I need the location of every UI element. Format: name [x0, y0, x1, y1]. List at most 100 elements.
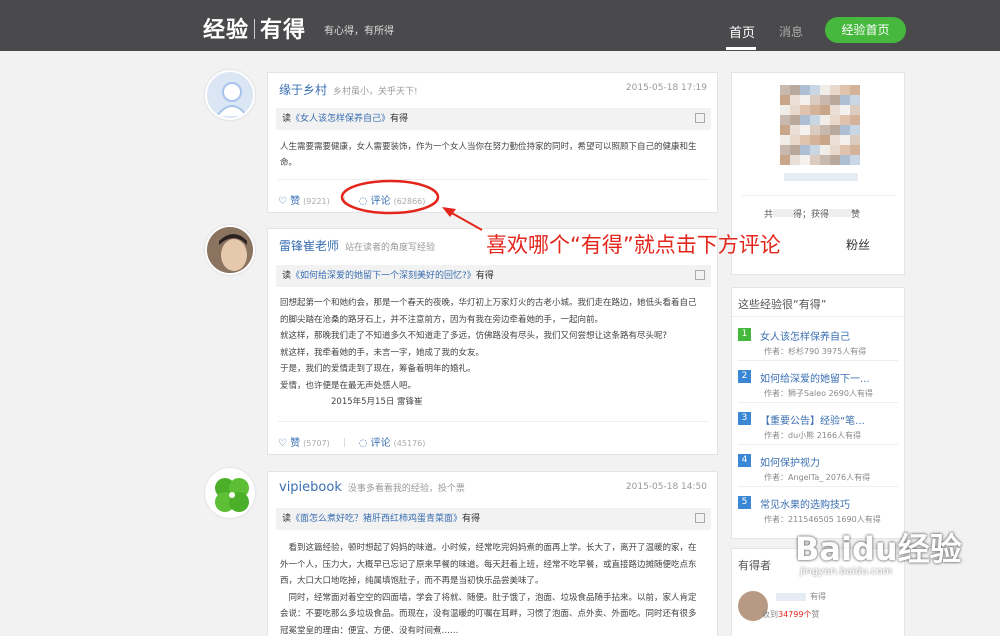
post-card: 缘于乡村 乡村虽小，关乎天下! 2015-05-18 17:19 读《女人该怎样保… [267, 72, 718, 213]
contributor-partial: 有得 [810, 592, 826, 601]
user-name[interactable]: 缘于乡村 [279, 83, 327, 97]
fans-label[interactable]: 粉丝 [846, 236, 870, 253]
external-link-icon[interactable] [695, 513, 705, 523]
avatar[interactable] [205, 468, 255, 518]
rank-count: 2690人有得 [828, 389, 873, 398]
mosaic-tile [790, 145, 800, 155]
logo-divider [254, 19, 256, 39]
mosaic-tile [850, 115, 860, 125]
fav-prefix: 收到 [762, 610, 778, 619]
mosaic-tile [810, 105, 820, 115]
read-suffix: 有得 [475, 271, 494, 281]
default-avatar-icon [216, 82, 248, 117]
mosaic-tile [840, 135, 850, 145]
post-time: 2015-05-18 14:50 [625, 482, 707, 492]
rank-title[interactable]: 如何给深爱的她留下一... [760, 370, 870, 385]
read-box[interactable]: 读《面怎么煮好吃？猪肝西红柿鸡蛋青菜面》有得 [276, 508, 711, 530]
post-line: 会说：不要吃那么多垃圾食品。而现在，没有温暖的叮嘱在耳畔，习惯了泡面、点外卖、外… [280, 609, 697, 619]
fav-count: 34799个 [778, 610, 812, 619]
mosaic-tile [790, 95, 800, 105]
mosaic-tile [820, 95, 830, 105]
like-label: 赞 [290, 196, 301, 207]
post-line: 的脚尖踏在沧桑的路牙石上，并不注意前方，因为有我在旁边牵着她的手，一起向前。 [280, 314, 604, 325]
mosaic-tile [780, 85, 790, 95]
mosaic-tile [800, 115, 810, 125]
mosaic-tile [800, 105, 810, 115]
post-line: 2015年5月15日 雷锋崔 [280, 397, 423, 407]
mosaic-tile [840, 145, 850, 155]
mosaic-tile [820, 155, 830, 165]
rank-title[interactable]: 【重要公告】经验“笔... [760, 412, 865, 427]
mosaic-tile [830, 115, 840, 125]
rank-title[interactable]: 常见水果的选购技巧 [760, 496, 850, 511]
blurred-value [773, 209, 794, 217]
read-title-link[interactable]: 《女人该怎样保养自己》 [291, 114, 390, 124]
nav-home[interactable]: 首页 [729, 22, 755, 41]
stats-prefix: 共 [764, 210, 774, 220]
post-line: 回想起第一个和她约会，那是一个春天的夜晚，华灯初上万家灯火的古老小城。我们走在路… [280, 298, 697, 308]
blurred-value [829, 209, 852, 217]
divider [732, 316, 904, 317]
mosaic-tile [810, 115, 820, 125]
contributors-title: 有得者 [738, 559, 771, 572]
rank-title[interactable]: 如何保护视力 [760, 454, 820, 469]
rank-count: 1690人有得 [836, 515, 881, 524]
avatar[interactable] [205, 225, 255, 275]
rank-author: 作者：AngelTa_ [764, 473, 824, 482]
profile-avatar-mosaic[interactable] [780, 85, 860, 165]
divider [738, 402, 898, 403]
mosaic-tile [800, 85, 810, 95]
stats-mid: 得；获得 [793, 210, 830, 220]
post-line: 看到这篇经验，顿时想起了妈妈的味道。小时候，经常吃完妈妈煮的面再上学。长大了，离… [280, 543, 697, 553]
post-user[interactable]: 缘于乡村 乡村虽小，关乎天下! [279, 81, 418, 98]
mosaic-tile [850, 105, 860, 115]
divider [738, 444, 898, 445]
comment-button[interactable]: ◌ 评论 (45176) [359, 438, 426, 449]
fav-suffix: 赞 [811, 610, 820, 619]
rank-meta: 作者：狮子Saleo 2690人有得 [764, 388, 873, 399]
rank-count: 2076人有得 [825, 473, 871, 482]
mosaic-tile [780, 95, 790, 105]
mosaic-tile [780, 115, 790, 125]
mosaic-tile [840, 85, 850, 95]
user-name[interactable]: 雷锋崔老师 [279, 239, 339, 253]
post-user[interactable]: vipiebook 没事多看看我的经验，投个票 [279, 480, 465, 495]
mosaic-tile [840, 115, 850, 125]
rank-author: 作者：杉杉790 [764, 347, 820, 356]
mosaic-tile [790, 135, 800, 145]
heart-icon: ♡ [278, 196, 291, 207]
post-line: 人生需要需要健康，女人需要装饰，作为一个女人当你在努力勤俭持家的同时，希望可以照… [280, 142, 697, 168]
rank-number: 1 [738, 328, 751, 341]
mosaic-tile [780, 125, 790, 135]
rank-author: 作者：狮子Saleo [764, 389, 827, 398]
mosaic-tile [850, 95, 860, 105]
experience-home-button[interactable]: 经验首页 [825, 17, 906, 43]
read-box[interactable]: 读《女人该怎样保养自己》有得 [276, 108, 711, 130]
like-button[interactable]: ♡ 赞 (5707) [278, 438, 330, 449]
like-button[interactable]: ♡ 赞 (9221) [278, 196, 330, 207]
user-signature: 没事多看看我的经验，投个票 [347, 484, 465, 494]
read-title-link[interactable]: 《面怎么煮好吃？猪肝西红柿鸡蛋青菜面》 [291, 514, 462, 524]
rank-title[interactable]: 女人该怎样保养自己 [760, 328, 850, 343]
user-name[interactable]: vipiebook [279, 480, 342, 495]
read-title-link[interactable]: 《如何给深爱的她留下一个深刻美好的回忆?》 [291, 271, 476, 281]
slogan: 有心得，有所得 [324, 26, 394, 37]
nav-messages[interactable]: 消息 [779, 23, 803, 40]
annotation-text: 喜欢哪个“有得”就点击下方评论 [486, 233, 781, 257]
mosaic-tile [840, 125, 850, 135]
post-card: 雷锋崔老师 站在读者的角度写经验 读《如何给深爱的她留下一个深刻美好的回忆?》有得… [267, 228, 718, 455]
external-link-icon[interactable] [695, 113, 705, 123]
post-content: 回想起第一个和她约会，那是一个春天的夜晚，华灯初上万家灯火的古老小城。我们走在路… [280, 295, 708, 411]
rank-number: 4 [738, 454, 751, 467]
mosaic-tile [780, 105, 790, 115]
avatar[interactable] [205, 70, 255, 120]
logo[interactable]: 经验 有得 [203, 12, 306, 44]
read-box[interactable]: 读《如何给深爱的她留下一个深刻美好的回忆?》有得 [276, 265, 711, 287]
external-link-icon[interactable] [695, 270, 705, 280]
mosaic-tile [800, 155, 810, 165]
post-content: 看到这篇经验，顿时想起了妈妈的味道。小时候，经常吃完妈妈煮的面再上学。长大了，离… [280, 540, 708, 636]
mosaic-tile [850, 125, 860, 135]
post-line: 爱情，也许便是在最无声处感人吧。 [280, 380, 417, 391]
top-bar: 经验 有得 有心得，有所得 首页 消息 经验首页 [0, 0, 1000, 51]
mosaic-tile [830, 95, 840, 105]
